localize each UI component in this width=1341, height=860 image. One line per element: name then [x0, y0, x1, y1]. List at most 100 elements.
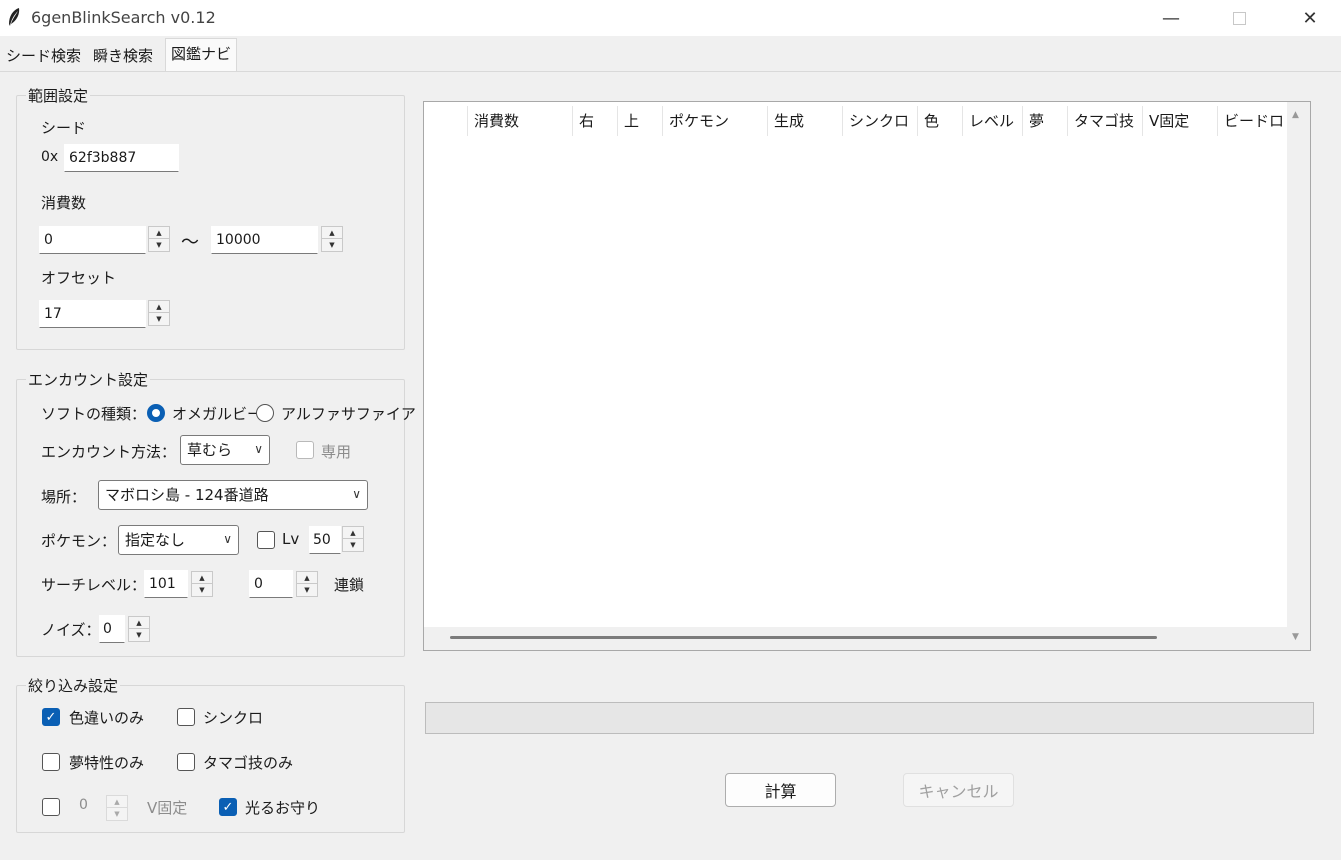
seed-input[interactable]: 62f3b887 — [64, 144, 179, 172]
egg-move-only-checkbox[interactable] — [177, 753, 195, 771]
offset-spinner[interactable]: ▲ ▼ — [148, 300, 170, 326]
v-count-input[interactable]: 0 — [79, 797, 88, 813]
consumption-max-spinner[interactable]: ▲ ▼ — [321, 226, 343, 252]
tab-pokedex-navi[interactable]: 図鑑ナビ — [165, 38, 238, 71]
spin-up-icon[interactable]: ▲ — [129, 617, 149, 629]
spin-down-icon[interactable]: ▼ — [297, 584, 317, 596]
spin-up-icon[interactable]: ▲ — [343, 527, 363, 539]
search-level-input[interactable]: 101 — [144, 570, 188, 598]
spin-up-icon[interactable]: ▲ — [192, 572, 212, 584]
column-header[interactable]: V固定 — [1142, 106, 1217, 136]
dream-only-checkbox[interactable] — [42, 753, 60, 771]
place-combobox[interactable]: マボロシ島 - 124番道路 ∨ — [98, 480, 368, 510]
column-header[interactable]: レベル — [962, 106, 1022, 136]
radio-alpha-sapphire[interactable] — [256, 404, 274, 422]
seed-label: シード — [41, 119, 87, 137]
spin-down-icon[interactable]: ▼ — [322, 239, 342, 251]
filter-settings-label: 絞り込み設定 — [26, 675, 121, 696]
omega-ruby-label[interactable]: オメガルビー — [172, 403, 262, 424]
place-label: 場所： — [41, 488, 87, 506]
shiny-only-checkbox[interactable]: ✓ — [42, 708, 60, 726]
horizontal-scroll-thumb[interactable] — [450, 636, 1157, 639]
tab-seed-search[interactable]: シード検索 — [2, 43, 85, 70]
consumption-label: 消費数 — [41, 194, 87, 212]
column-header[interactable]: シンクロ — [842, 106, 917, 136]
consumption-min-input[interactable]: 0 — [39, 226, 146, 254]
tab-blink-search[interactable]: 瞬き検索 — [89, 43, 157, 70]
column-header[interactable]: ビードロ — [1217, 106, 1287, 136]
consumption-min-spinner[interactable]: ▲ ▼ — [148, 226, 170, 252]
spin-down-icon[interactable]: ▼ — [343, 539, 363, 551]
spin-up-icon[interactable]: ▲ — [107, 796, 127, 808]
encounter-settings-label: エンカウント設定 — [26, 369, 151, 390]
alpha-sapphire-label[interactable]: アルファサファイア — [281, 403, 416, 424]
vertical-scrollbar[interactable] — [1287, 102, 1310, 650]
chevron-down-icon: ∨ — [223, 532, 232, 546]
method-label: エンカウント方法： — [41, 443, 177, 461]
search-level-label: サーチレベル： — [41, 576, 147, 594]
column-header[interactable]: ポケモン — [662, 106, 767, 136]
synchro-label: シンクロ — [203, 709, 264, 727]
spin-up-icon[interactable]: ▲ — [322, 227, 342, 239]
pokemon-combobox[interactable]: 指定なし ∨ — [118, 525, 239, 555]
spin-down-icon[interactable]: ▼ — [192, 584, 212, 596]
range-settings-label: 範囲設定 — [26, 85, 91, 106]
scroll-down-icon[interactable]: ▼ — [1292, 632, 1299, 642]
radio-omega-ruby[interactable] — [147, 404, 165, 422]
level-label: Lv — [282, 530, 300, 548]
v-count-spinner[interactable]: ▲ ▼ — [106, 795, 128, 821]
spin-up-icon[interactable]: ▲ — [149, 227, 169, 239]
close-icon[interactable]: ✕ — [1287, 0, 1333, 36]
consumption-max-input[interactable]: 10000 — [211, 226, 318, 254]
feather-icon — [6, 7, 22, 27]
spin-down-icon[interactable]: ▼ — [149, 313, 169, 325]
spin-up-icon[interactable]: ▲ — [149, 301, 169, 313]
noise-label: ノイズ： — [41, 621, 101, 639]
chain-input[interactable]: 0 — [249, 570, 293, 598]
method-combobox[interactable]: 草むら ∨ — [180, 435, 270, 465]
column-header[interactable]: 色 — [917, 106, 962, 136]
chevron-down-icon: ∨ — [254, 442, 263, 456]
shiny-charm-label: 光るお守り — [245, 799, 321, 817]
scroll-up-icon[interactable]: ▲ — [1292, 110, 1299, 120]
search-level-spinner[interactable]: ▲ ▼ — [191, 571, 213, 597]
column-header[interactable]: タマゴ技 — [1067, 106, 1142, 136]
soft-label: ソフトの種類： — [41, 405, 147, 423]
column-header[interactable]: 消費数 — [467, 106, 572, 136]
noise-input[interactable]: 0 — [99, 615, 125, 643]
v-fixed-label: V固定 — [147, 799, 188, 817]
level-checkbox[interactable] — [257, 531, 275, 549]
calculate-button[interactable]: 計算 — [725, 773, 836, 807]
shiny-charm-checkbox[interactable]: ✓ — [219, 798, 237, 816]
column-header[interactable]: 上 — [617, 106, 662, 136]
offset-input[interactable]: 17 — [39, 300, 146, 328]
spin-down-icon[interactable]: ▼ — [129, 629, 149, 641]
column-header[interactable]: 生成 — [767, 106, 842, 136]
chain-label: 連鎖 — [334, 576, 365, 594]
chain-spinner[interactable]: ▲ ▼ — [296, 571, 318, 597]
exclusive-checkbox[interactable] — [296, 441, 314, 459]
level-input[interactable]: 50 — [309, 526, 341, 554]
spin-down-icon[interactable]: ▼ — [107, 808, 127, 820]
minimize-icon[interactable]: — — [1148, 0, 1194, 36]
cancel-button[interactable]: キャンセル — [903, 773, 1014, 807]
method-value: 草むら — [187, 441, 233, 459]
pokemon-value: 指定なし — [125, 531, 186, 549]
progress-bar — [425, 702, 1314, 734]
range-tilde: ～ — [181, 232, 199, 253]
chevron-down-icon: ∨ — [352, 487, 361, 501]
level-spinner[interactable]: ▲ ▼ — [342, 526, 364, 552]
offset-label: オフセット — [41, 269, 117, 287]
synchro-checkbox[interactable] — [177, 708, 195, 726]
results-table[interactable] — [423, 101, 1311, 651]
column-header[interactable]: 夢 — [1022, 106, 1067, 136]
shiny-only-label: 色違いのみ — [69, 709, 145, 727]
noise-spinner[interactable]: ▲ ▼ — [128, 616, 150, 642]
spin-down-icon[interactable]: ▼ — [149, 239, 169, 251]
pokemon-label: ポケモン： — [41, 532, 117, 550]
maximize-icon[interactable] — [1216, 0, 1262, 36]
column-header[interactable]: 右 — [572, 106, 617, 136]
spin-up-icon[interactable]: ▲ — [297, 572, 317, 584]
v-fixed-checkbox[interactable] — [42, 798, 60, 816]
window-title: 6genBlinkSearch v0.12 — [31, 8, 216, 27]
